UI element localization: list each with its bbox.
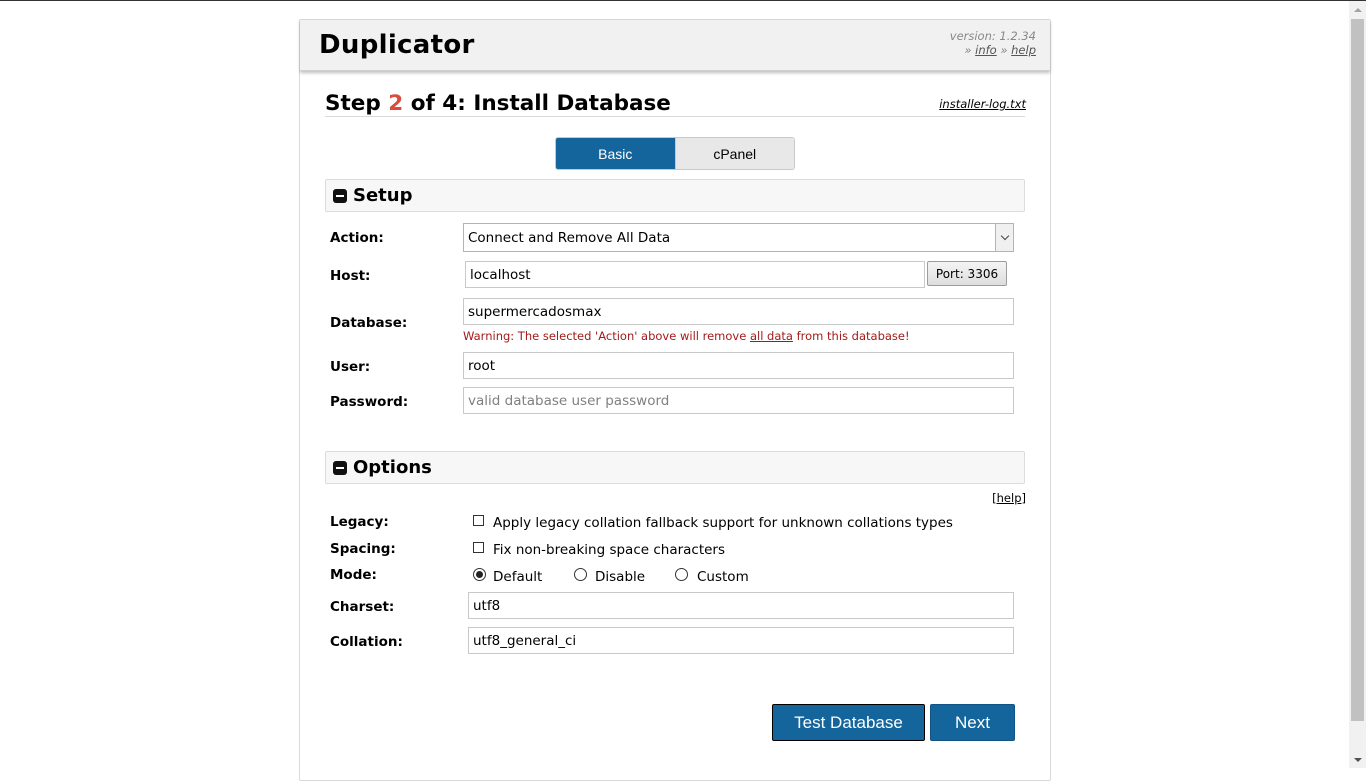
installer-panel: Duplicator version: 1.2.34 » info » help…	[299, 19, 1051, 781]
installer-header: Duplicator version: 1.2.34 » info » help	[300, 20, 1050, 71]
header-links: » info » help	[950, 43, 1036, 57]
spacing-checkbox[interactable]	[473, 542, 484, 553]
mode-label: Mode:	[330, 567, 377, 583]
warning-text-after: from this database!	[792, 329, 910, 343]
mode-disable-radio[interactable]	[574, 568, 587, 581]
collapse-minus-icon[interactable]	[333, 461, 347, 475]
step-prefix: Step	[325, 91, 389, 116]
spacing-checkbox-label[interactable]: Fix non-breaking space characters	[493, 542, 725, 558]
title-divider	[325, 116, 1025, 117]
version-info: version: 1.2.34 » info » help	[950, 29, 1036, 57]
links-separator: »	[996, 43, 1012, 57]
tab-basic[interactable]: Basic	[556, 138, 675, 169]
tab-cpanel[interactable]: cPanel	[674, 138, 794, 169]
test-database-button[interactable]: Test Database	[772, 704, 925, 741]
info-link[interactable]: info	[975, 43, 997, 57]
scrollbar-thumb[interactable]	[1351, 19, 1364, 721]
mode-disable-label[interactable]: Disable	[595, 569, 645, 585]
password-label: Password:	[330, 394, 409, 410]
window-top-border	[0, 0, 1366, 1]
scroll-up-arrow-icon[interactable]	[1349, 1, 1366, 18]
mode-custom-label[interactable]: Custom	[697, 569, 749, 585]
options-section-title: Options	[353, 457, 432, 478]
legacy-checkbox-label[interactable]: Apply legacy collation fallback support …	[493, 515, 953, 531]
charset-label: Charset:	[330, 599, 395, 615]
scroll-down-arrow-icon[interactable]	[1349, 751, 1366, 768]
mode-custom-radio[interactable]	[675, 568, 688, 581]
mode-default-label[interactable]: Default	[493, 569, 542, 585]
action-select[interactable]: Connect and Remove All Data	[463, 223, 1014, 252]
setup-section-title: Setup	[353, 185, 413, 206]
port-button[interactable]: Port: 3306	[927, 261, 1007, 286]
help-link[interactable]: help	[1011, 43, 1036, 57]
page-title: Step 2 of 4: Install Database	[325, 91, 671, 116]
step-suffix: of 4: Install Database	[403, 91, 671, 116]
user-input[interactable]: root	[463, 352, 1014, 379]
warning-text-before: Warning: The selected 'Action' above wil…	[463, 329, 750, 343]
database-input[interactable]: supermercadosmax	[463, 298, 1014, 325]
remove-data-warning: Warning: The selected 'Action' above wil…	[463, 329, 910, 343]
password-input[interactable]: valid database user password	[463, 387, 1014, 414]
action-selected-value: Connect and Remove All Data	[468, 230, 671, 246]
installer-log-link[interactable]: installer-log.txt	[939, 97, 1026, 111]
mode-default-radio[interactable]	[473, 568, 486, 581]
spacing-label: Spacing:	[330, 541, 396, 557]
database-label: Database:	[330, 315, 408, 331]
vertical-scrollbar[interactable]	[1349, 1, 1366, 768]
user-label: User:	[330, 359, 371, 375]
collapse-minus-icon[interactable]	[333, 189, 347, 203]
mode-tabs: Basic cPanel	[555, 137, 795, 170]
all-data-link[interactable]: all data	[750, 329, 793, 343]
next-button[interactable]: Next	[930, 704, 1015, 741]
collation-label: Collation:	[330, 634, 403, 650]
step-number: 2	[388, 91, 404, 116]
action-label: Action:	[330, 230, 384, 246]
dropdown-chevron-icon[interactable]	[995, 224, 1013, 251]
host-label: Host:	[330, 268, 371, 284]
collation-input[interactable]: utf8_general_ci	[468, 627, 1014, 654]
options-section-header[interactable]: Options	[325, 451, 1025, 484]
links-prefix: »	[964, 43, 976, 57]
setup-section-header[interactable]: Setup	[325, 179, 1025, 212]
options-help-link[interactable]: [help]	[992, 491, 1026, 505]
brand-title: Duplicator	[319, 30, 475, 60]
legacy-label: Legacy:	[330, 514, 389, 530]
host-input[interactable]: localhost	[465, 261, 925, 288]
version-text: version: 1.2.34	[949, 29, 1036, 43]
legacy-checkbox[interactable]	[473, 515, 484, 526]
charset-input[interactable]: utf8	[468, 592, 1014, 619]
